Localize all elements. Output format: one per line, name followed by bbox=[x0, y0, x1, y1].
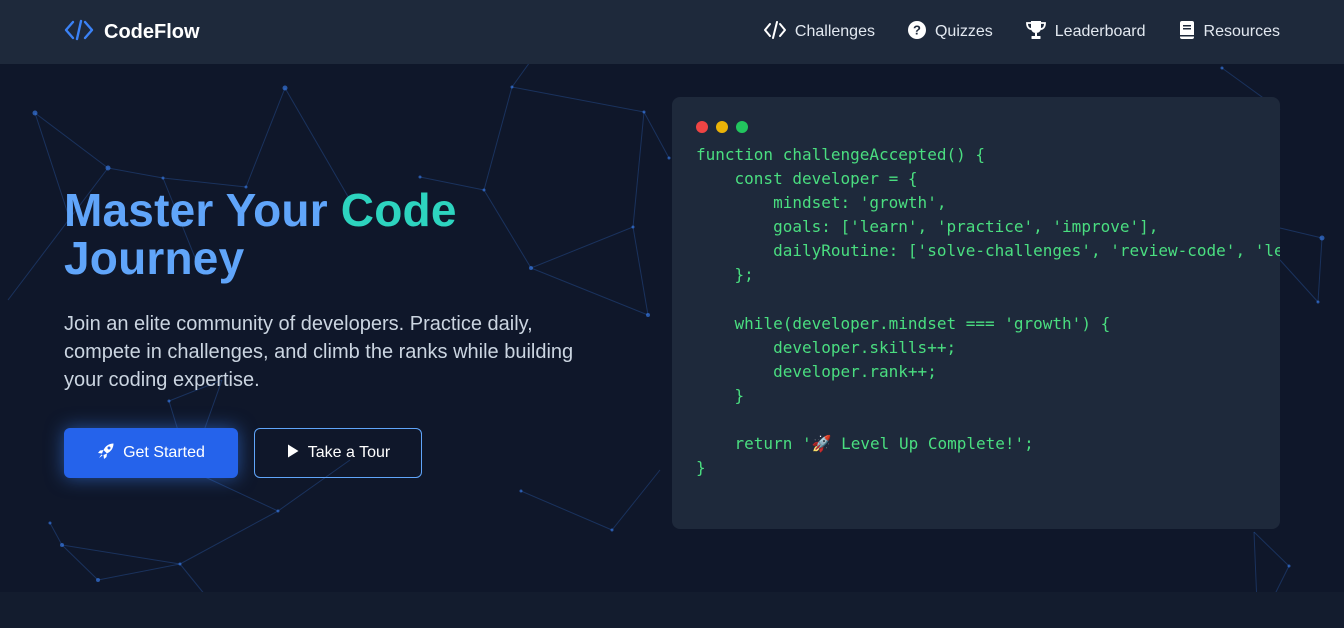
hero-content: Master Your Code Journey Join an elite c… bbox=[64, 186, 624, 478]
code-icon bbox=[763, 20, 787, 44]
section-divider bbox=[0, 592, 1344, 628]
maximize-dot bbox=[736, 121, 748, 133]
code-line: } bbox=[696, 385, 745, 405]
rocket-icon bbox=[97, 442, 115, 465]
book-icon bbox=[1178, 20, 1196, 45]
play-icon bbox=[286, 443, 300, 464]
nav-item-resources[interactable]: Resources bbox=[1178, 20, 1280, 45]
brand-name: CodeFlow bbox=[104, 20, 200, 43]
nav-links: Challenges ? Quizzes Leaderboard Resourc… bbox=[763, 20, 1280, 45]
hero-title-part1: Master Your bbox=[64, 184, 328, 236]
take-tour-label: Take a Tour bbox=[307, 444, 391, 461]
hero-title-line2: Journey bbox=[64, 232, 245, 284]
code-line: developer.rank++; bbox=[696, 361, 937, 381]
minimize-dot bbox=[716, 121, 728, 133]
brand-logo[interactable]: CodeFlow bbox=[64, 19, 200, 46]
top-navbar: CodeFlow Challenges ? Quizzes Leaderboar… bbox=[0, 0, 1344, 64]
hero-actions: Get Started Take a Tour bbox=[64, 428, 624, 478]
hero-subtitle: Join an elite community of developers. P… bbox=[64, 313, 574, 391]
code-line: } bbox=[696, 458, 706, 478]
code-line: const developer = { bbox=[696, 169, 918, 189]
code-line: function challengeAccepted() { bbox=[696, 145, 985, 164]
code-line: mindset: 'growth', bbox=[696, 193, 947, 213]
nav-item-label: Challenges bbox=[794, 23, 875, 40]
code-window: function challengeAccepted() { const dev… bbox=[672, 97, 1280, 529]
hero-title-part2: Code bbox=[340, 184, 457, 236]
take-tour-button[interactable]: Take a Tour bbox=[254, 428, 422, 478]
question-circle-icon: ? bbox=[907, 20, 927, 45]
get-started-button[interactable]: Get Started bbox=[64, 428, 238, 478]
code-line: }; bbox=[696, 265, 754, 285]
code-block: function challengeAccepted() { const dev… bbox=[696, 143, 1280, 480]
nav-item-label: Quizzes bbox=[934, 23, 993, 40]
nav-item-label: Resources bbox=[1203, 23, 1280, 40]
nav-item-label: Leaderboard bbox=[1054, 23, 1146, 40]
code-brackets-icon bbox=[64, 19, 94, 46]
get-started-label: Get Started bbox=[123, 444, 205, 461]
code-line: dailyRoutine: ['solve-challenges', 'revi… bbox=[773, 241, 1280, 261]
trophy-icon bbox=[1025, 20, 1047, 45]
close-dot bbox=[696, 121, 708, 133]
code-line: while(developer.mindset === 'growth') { bbox=[696, 313, 1111, 333]
svg-text:?: ? bbox=[913, 22, 921, 37]
nav-item-leaderboard[interactable]: Leaderboard bbox=[1025, 20, 1146, 45]
nav-item-challenges[interactable]: Challenges bbox=[763, 20, 875, 44]
code-line: goals: ['learn', 'practice', 'improve'], bbox=[696, 217, 1159, 237]
code-line: developer.skills++; bbox=[696, 337, 957, 357]
hero-title: Master Your Code Journey bbox=[64, 186, 624, 282]
code-line: return '🚀 Level Up Complete!'; bbox=[696, 434, 1034, 454]
nav-item-quizzes[interactable]: ? Quizzes bbox=[907, 20, 993, 45]
window-controls bbox=[696, 121, 1256, 133]
